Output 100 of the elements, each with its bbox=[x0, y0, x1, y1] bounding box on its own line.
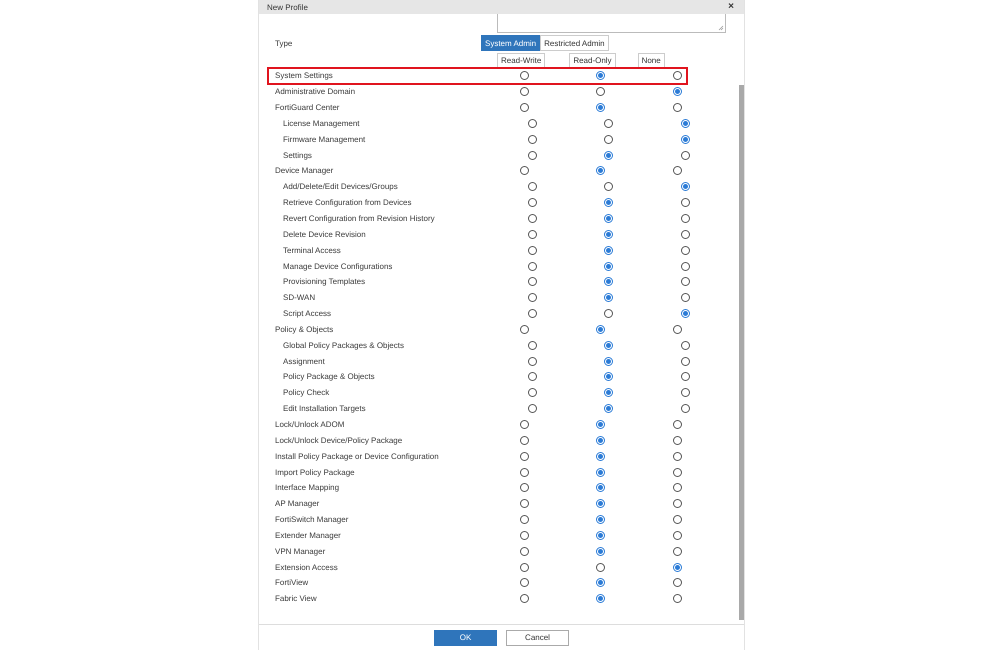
radio-button[interactable] bbox=[604, 150, 613, 160]
ok-button[interactable]: OK bbox=[434, 630, 497, 646]
scrollbar[interactable] bbox=[739, 85, 744, 620]
radio-button[interactable] bbox=[604, 118, 613, 128]
radio-button[interactable] bbox=[672, 420, 682, 429]
radio-button[interactable] bbox=[520, 452, 528, 461]
radio-button[interactable] bbox=[672, 436, 682, 445]
radio-button[interactable] bbox=[680, 404, 690, 414]
radio-button[interactable] bbox=[596, 324, 605, 334]
radio-button[interactable] bbox=[528, 340, 536, 350]
radio-button[interactable] bbox=[520, 578, 528, 588]
radio-button[interactable] bbox=[528, 277, 536, 286]
column-header-button[interactable]: Read-Only bbox=[569, 52, 616, 68]
radio-button[interactable] bbox=[596, 87, 605, 96]
radio-button[interactable] bbox=[604, 309, 613, 318]
radio-button[interactable] bbox=[604, 246, 613, 255]
radio-button[interactable] bbox=[680, 198, 690, 208]
radio-button[interactable] bbox=[672, 103, 682, 112]
radio-button[interactable] bbox=[680, 230, 690, 239]
radio-button[interactable] bbox=[680, 214, 690, 224]
radio-button[interactable] bbox=[604, 134, 613, 144]
radio-button[interactable] bbox=[672, 87, 682, 96]
radio-button[interactable] bbox=[604, 182, 613, 192]
radio-button[interactable] bbox=[528, 182, 536, 192]
column-header-button[interactable]: Read-Write bbox=[497, 52, 546, 68]
radio-button[interactable] bbox=[680, 340, 690, 350]
radio-button[interactable] bbox=[596, 420, 605, 429]
radio-button[interactable] bbox=[520, 324, 528, 334]
radio-button[interactable] bbox=[528, 134, 536, 144]
radio-button[interactable] bbox=[672, 324, 682, 334]
radio-button[interactable] bbox=[680, 134, 690, 144]
radio-button[interactable] bbox=[520, 499, 528, 508]
radio-button[interactable] bbox=[680, 372, 690, 382]
radio-button[interactable] bbox=[672, 530, 682, 540]
radio-button[interactable] bbox=[596, 515, 605, 524]
radio-button[interactable] bbox=[528, 309, 536, 318]
radio-button[interactable] bbox=[528, 198, 536, 208]
radio-button[interactable] bbox=[528, 372, 536, 382]
radio-button[interactable] bbox=[520, 436, 528, 445]
radio-button[interactable] bbox=[520, 483, 528, 492]
radio-button[interactable] bbox=[604, 214, 613, 224]
radio-button[interactable] bbox=[604, 340, 613, 350]
radio-button[interactable] bbox=[528, 214, 536, 224]
radio-button[interactable] bbox=[596, 530, 605, 540]
radio-button[interactable] bbox=[672, 594, 682, 604]
radio-button[interactable] bbox=[680, 356, 690, 366]
radio-button[interactable] bbox=[604, 262, 613, 271]
radio-button[interactable] bbox=[680, 150, 690, 160]
radio-button[interactable] bbox=[672, 468, 682, 477]
radio-button[interactable] bbox=[596, 594, 605, 604]
radio-button[interactable] bbox=[672, 166, 682, 176]
radio-button[interactable] bbox=[520, 546, 528, 556]
radio-button[interactable] bbox=[604, 388, 613, 398]
radio-button[interactable] bbox=[520, 562, 528, 572]
radio-button[interactable] bbox=[528, 150, 536, 160]
radio-button[interactable] bbox=[604, 293, 613, 302]
radio-button[interactable] bbox=[596, 71, 605, 80]
radio-button[interactable] bbox=[680, 309, 690, 318]
radio-button[interactable] bbox=[528, 230, 536, 239]
radio-button[interactable] bbox=[604, 372, 613, 382]
radio-button[interactable] bbox=[596, 578, 605, 588]
cancel-button[interactable]: Cancel bbox=[506, 630, 569, 646]
radio-button[interactable] bbox=[528, 262, 536, 271]
radio-button[interactable] bbox=[672, 515, 682, 524]
radio-button[interactable] bbox=[528, 118, 536, 128]
radio-button[interactable] bbox=[596, 468, 605, 477]
radio-button[interactable] bbox=[596, 562, 605, 572]
radio-button[interactable] bbox=[680, 182, 690, 192]
radio-button[interactable] bbox=[520, 530, 528, 540]
radio-button[interactable] bbox=[672, 546, 682, 556]
radio-button[interactable] bbox=[596, 166, 605, 176]
radio-button[interactable] bbox=[604, 230, 613, 239]
radio-button[interactable] bbox=[596, 452, 605, 461]
radio-button[interactable] bbox=[528, 356, 536, 366]
radio-button[interactable] bbox=[596, 103, 605, 112]
radio-button[interactable] bbox=[596, 546, 605, 556]
radio-button[interactable] bbox=[672, 562, 682, 572]
radio-button[interactable] bbox=[520, 420, 528, 429]
radio-button[interactable] bbox=[596, 499, 605, 508]
column-header-button[interactable]: None bbox=[638, 52, 665, 68]
radio-button[interactable] bbox=[596, 436, 605, 445]
radio-button[interactable] bbox=[604, 277, 613, 286]
radio-button[interactable] bbox=[680, 277, 690, 286]
radio-button[interactable] bbox=[520, 594, 528, 604]
radio-button[interactable] bbox=[672, 452, 682, 461]
radio-button[interactable] bbox=[520, 515, 528, 524]
close-button[interactable]: × bbox=[728, 2, 734, 12]
radio-button[interactable] bbox=[680, 246, 690, 255]
radio-button[interactable] bbox=[528, 246, 536, 255]
resize-grip-icon[interactable] bbox=[718, 25, 724, 31]
radio-button[interactable] bbox=[528, 404, 536, 414]
radio-button[interactable] bbox=[528, 388, 536, 398]
radio-button[interactable] bbox=[672, 499, 682, 508]
radio-button[interactable] bbox=[680, 293, 690, 302]
radio-button[interactable] bbox=[680, 262, 690, 271]
radio-button[interactable] bbox=[680, 388, 690, 398]
radio-button[interactable] bbox=[520, 71, 528, 80]
radio-button[interactable] bbox=[520, 468, 528, 477]
radio-button[interactable] bbox=[604, 198, 613, 208]
radio-button[interactable] bbox=[596, 483, 605, 492]
